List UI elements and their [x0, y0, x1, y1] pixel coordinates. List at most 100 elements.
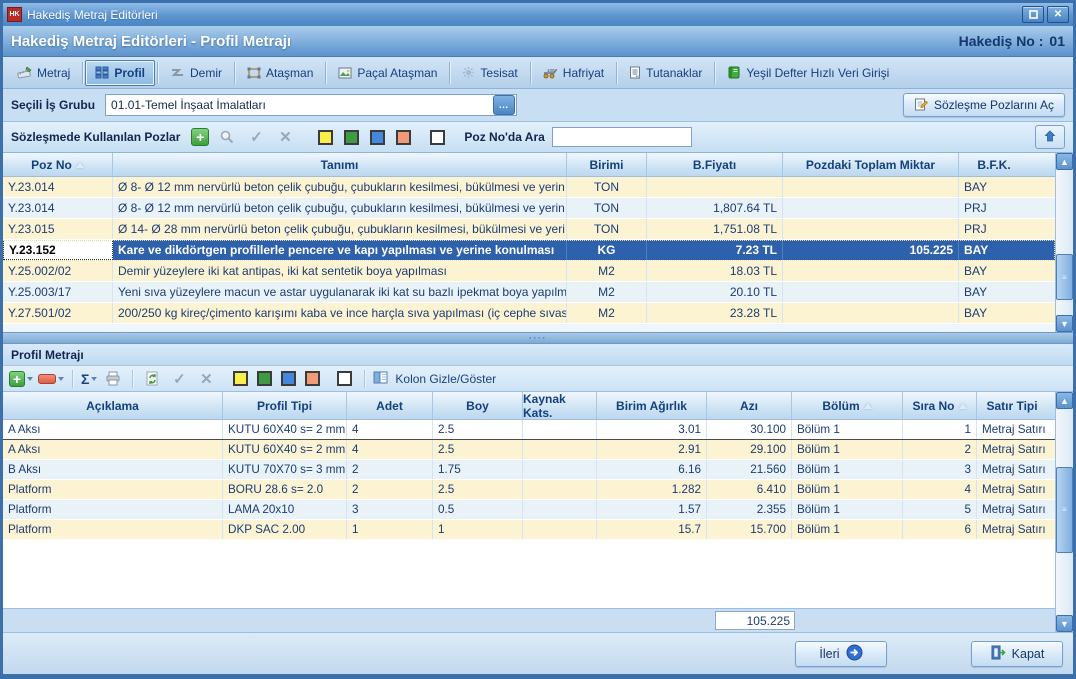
pozlar-scrollbar[interactable]: ▲ ≡ ▼: [1055, 153, 1073, 332]
cell-adet[interactable]: 4: [347, 420, 433, 439]
cell-boy[interactable]: 1.75: [433, 460, 523, 479]
cell-azi[interactable]: 30.100: [707, 420, 792, 439]
scroll-track[interactable]: ≡: [1056, 409, 1073, 615]
table-row[interactable]: Platform DKP SAC 2.00 1 1 15.7 15.700 Bö…: [3, 520, 1055, 540]
cell-kaynak[interactable]: [523, 440, 597, 459]
cell-kaynak[interactable]: [523, 500, 597, 519]
cell-miktar[interactable]: [783, 177, 959, 197]
cell-bfiyati[interactable]: 1,751.08 TL: [647, 219, 783, 239]
cell-boy[interactable]: 0.5: [433, 500, 523, 519]
tab-atasman[interactable]: Ataşman: [237, 60, 323, 86]
cell-satir-tipi[interactable]: Metraj Satırı: [977, 520, 1047, 539]
cell-miktar[interactable]: [783, 282, 959, 302]
table-row[interactable]: Y.25.002/02 Demir yüzeylere iki kat anti…: [3, 261, 1055, 282]
cell-profil-tipi[interactable]: KUTU 60X40 s= 2 mm: [223, 420, 347, 439]
cell-miktar[interactable]: [783, 219, 959, 239]
color-swatch-white[interactable]: [430, 130, 445, 145]
tab-tesisat[interactable]: Tesisat: [452, 60, 527, 86]
cell-satir-tipi[interactable]: Metraj Satırı: [977, 480, 1047, 499]
cell-aciklama[interactable]: Platform: [3, 520, 223, 539]
find-poz-icon[interactable]: [216, 126, 238, 148]
ileri-button[interactable]: İleri: [795, 641, 887, 667]
print-icon[interactable]: [102, 368, 124, 390]
cell-bfiyati[interactable]: [647, 177, 783, 197]
work-group-ellipsis-button[interactable]: …: [493, 95, 515, 115]
color-swatch-green[interactable]: [257, 371, 272, 386]
column-header-bfiyati[interactable]: B.Fiyatı: [647, 153, 783, 176]
cell-birim-agirlik[interactable]: 2.91: [597, 440, 707, 459]
column-header-sira-no[interactable]: Sıra No: [903, 392, 977, 419]
table-row[interactable]: Platform LAMA 20x10 3 0.5 1.57 2.355 Böl…: [3, 500, 1055, 520]
table-row[interactable]: Y.23.015 Ø 14- Ø 28 mm nervürlü beton çe…: [3, 219, 1055, 240]
cell-tanimi[interactable]: Kare ve dikdörtgen profillerle pencere v…: [113, 240, 567, 260]
cell-profil-tipi[interactable]: DKP SAC 2.00: [223, 520, 347, 539]
column-hide-show-button[interactable]: Kolon Gizle/Göster: [373, 371, 496, 387]
cell-kaynak[interactable]: [523, 520, 597, 539]
cell-satir-tipi[interactable]: Metraj Satırı: [977, 460, 1047, 479]
tab-metraj[interactable]: Metraj: [7, 60, 80, 86]
cell-azi[interactable]: 15.700: [707, 520, 792, 539]
cell-aciklama[interactable]: B Aksı: [3, 460, 223, 479]
table-row[interactable]: Y.27.501/02 200/250 kg kireç/çimento kar…: [3, 303, 1055, 324]
cell-bolum[interactable]: Bölüm 1: [792, 460, 903, 479]
cell-azi[interactable]: 2.355: [707, 500, 792, 519]
color-swatch-yellow[interactable]: [318, 130, 333, 145]
cell-poz-no[interactable]: Y.23.014: [3, 177, 113, 197]
cell-satir-tipi[interactable]: Metraj Satırı: [977, 500, 1047, 519]
column-header-bolum[interactable]: Bölüm: [792, 392, 903, 419]
cell-adet[interactable]: 2: [347, 480, 433, 499]
column-header-aciklama[interactable]: Açıklama: [3, 392, 223, 419]
cell-sira-no[interactable]: 2: [903, 440, 977, 459]
cell-azi[interactable]: 6.410: [707, 480, 792, 499]
color-swatch-blue[interactable]: [281, 371, 296, 386]
cell-aciklama[interactable]: Platform: [3, 480, 223, 499]
cell-bfiyati[interactable]: 1,807.64 TL: [647, 198, 783, 218]
cell-miktar[interactable]: [783, 261, 959, 281]
tab-yesil-defter[interactable]: Yeşil Defter Hızlı Veri Girişi: [717, 60, 899, 86]
cell-birimi[interactable]: KG: [567, 240, 647, 260]
work-group-field[interactable]: 01.01-Temel İnşaat İmalatları …: [105, 94, 517, 116]
cell-adet[interactable]: 2: [347, 460, 433, 479]
cell-bfk[interactable]: PRJ: [959, 198, 1029, 218]
cell-bfk[interactable]: BAY: [959, 240, 1029, 260]
cell-bfk[interactable]: BAY: [959, 282, 1029, 302]
column-header-adet[interactable]: Adet: [347, 392, 433, 419]
cell-satir-tipi[interactable]: Metraj Satırı: [977, 420, 1047, 439]
cell-birim-agirlik[interactable]: 1.57: [597, 500, 707, 519]
cell-bfiyati[interactable]: 23.28 TL: [647, 303, 783, 323]
cell-bfiyati[interactable]: 18.03 TL: [647, 261, 783, 281]
cell-birimi[interactable]: M2: [567, 261, 647, 281]
cell-boy[interactable]: 2.5: [433, 480, 523, 499]
cell-poz-no[interactable]: Y.23.014: [3, 198, 113, 218]
add-icon[interactable]: +: [191, 128, 209, 146]
scroll-down-icon[interactable]: ▼: [1056, 315, 1073, 332]
cell-kaynak[interactable]: [523, 460, 597, 479]
cell-adet[interactable]: 3: [347, 500, 433, 519]
cell-poz-no[interactable]: Y.23.152: [3, 240, 113, 260]
column-header-toplam-miktar[interactable]: Pozdaki Toplam Miktar: [783, 153, 959, 176]
tab-tutanaklar[interactable]: Tutanaklar: [619, 60, 712, 86]
cell-bfiyati[interactable]: 7.23 TL: [647, 240, 783, 260]
cell-bfk[interactable]: BAY: [959, 303, 1029, 323]
column-header-bfk[interactable]: B.F.K.: [959, 153, 1029, 176]
remove-row-button[interactable]: [38, 374, 64, 384]
pane-splitter[interactable]: ∙∙∙∙: [3, 332, 1073, 344]
tab-profil[interactable]: Profil: [85, 60, 155, 86]
table-row[interactable]: Platform BORU 28.6 s= 2.0 2 2.5 1.282 6.…: [3, 480, 1055, 500]
column-header-azi[interactable]: Azı: [707, 392, 792, 419]
cell-profil-tipi[interactable]: KUTU 70X70 s= 3 mm: [223, 460, 347, 479]
refresh-icon[interactable]: [141, 368, 163, 390]
cell-azi[interactable]: 29.100: [707, 440, 792, 459]
cell-tanimi[interactable]: Yeni sıva yüzeylere macun ve astar uygul…: [113, 282, 567, 302]
cell-birimi[interactable]: TON: [567, 198, 647, 218]
column-header-profil-tipi[interactable]: Profil Tipi: [223, 392, 347, 419]
tab-pacal-atasman[interactable]: Paçal Ataşman: [328, 60, 447, 86]
cell-sira-no[interactable]: 4: [903, 480, 977, 499]
cell-profil-tipi[interactable]: LAMA 20x10: [223, 500, 347, 519]
column-header-tanimi[interactable]: Tanımı: [113, 153, 567, 176]
scroll-track[interactable]: ≡: [1056, 170, 1073, 315]
column-header-kaynak-kats[interactable]: Kaynak Kats.: [523, 392, 597, 419]
tab-hafriyat[interactable]: 100 Hafriyat: [533, 60, 614, 86]
cell-boy[interactable]: 2.5: [433, 440, 523, 459]
cell-miktar[interactable]: [783, 198, 959, 218]
